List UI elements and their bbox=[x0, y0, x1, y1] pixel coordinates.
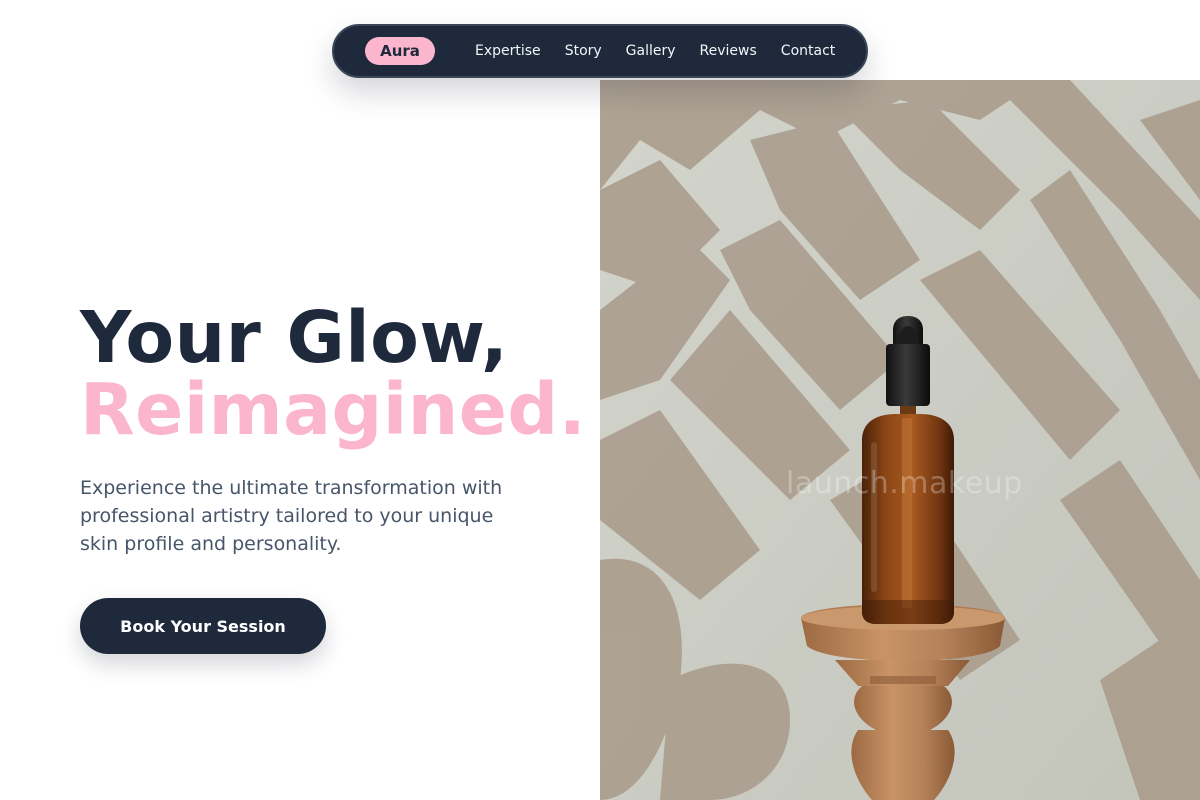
nav-link-expertise[interactable]: Expertise bbox=[475, 43, 541, 59]
nav-link-gallery[interactable]: Gallery bbox=[626, 43, 676, 59]
nav-link-reviews[interactable]: Reviews bbox=[700, 43, 757, 59]
hero-title-line-2: Reimagined. bbox=[80, 368, 587, 451]
photo-watermark: launch.makeup bbox=[786, 466, 1023, 501]
brand-logo[interactable]: Aura bbox=[365, 37, 435, 65]
hero-photo-illustration bbox=[600, 80, 1200, 800]
nav-links: Expertise Story Gallery Reviews Contact bbox=[475, 43, 835, 59]
page: Aura Expertise Story Gallery Reviews Con… bbox=[0, 0, 1200, 800]
book-session-button[interactable]: Book Your Session bbox=[80, 598, 326, 654]
nav-link-contact[interactable]: Contact bbox=[781, 43, 835, 59]
hero-title: Your Glow, Reimagined. bbox=[80, 302, 586, 446]
main-navbar: Aura Expertise Story Gallery Reviews Con… bbox=[332, 24, 868, 78]
hero-title-line-1: Your Glow, bbox=[80, 296, 509, 379]
nav-link-story[interactable]: Story bbox=[565, 43, 602, 59]
hero-description: Experience the ultimate transformation w… bbox=[80, 477, 503, 555]
hero-photo: launch.makeup bbox=[600, 80, 1200, 800]
